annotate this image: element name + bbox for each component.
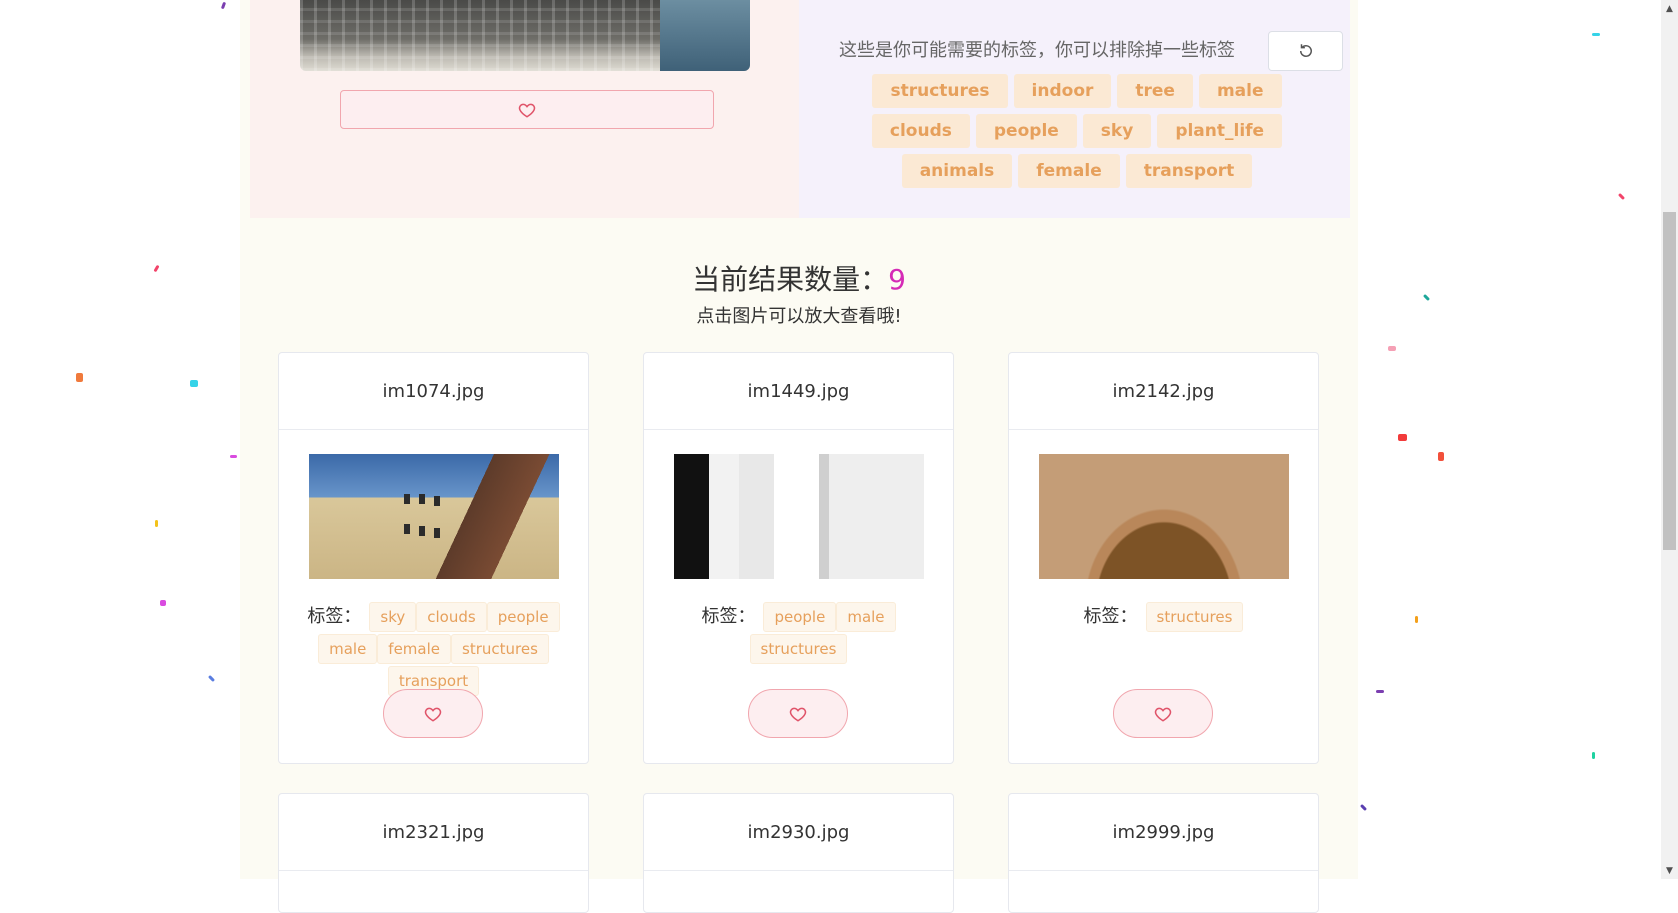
window-detail (419, 494, 425, 504)
card-tag: sky (369, 602, 417, 632)
image-card: im2999.jpg (1008, 793, 1319, 913)
refresh-icon (1299, 44, 1312, 57)
card-tags-label: 标签： (701, 606, 756, 627)
card-image[interactable] (1039, 454, 1289, 579)
favorite-button[interactable] (1113, 689, 1213, 738)
card-tag: female (377, 634, 452, 664)
card-tags: 标签： sky clouds people male female struct… (291, 602, 576, 696)
confetti-piece (1592, 33, 1600, 36)
results-count-label: 当前结果数量： (692, 263, 889, 296)
card-tags: 标签： structures (1021, 602, 1306, 632)
card-filename: im2930.jpg (644, 794, 953, 871)
confetti-piece (1415, 616, 1418, 623)
vertical-scrollbar[interactable]: ▲ ▼ (1661, 0, 1678, 879)
confetti-piece (153, 264, 160, 273)
results-count-value: 9 (888, 263, 906, 296)
card-filename: im1449.jpg (644, 353, 953, 430)
filter-tag-male[interactable]: male (1198, 74, 1282, 108)
filter-tag-plant-life[interactable]: plant_life (1157, 114, 1283, 148)
window-detail (434, 496, 440, 506)
favorite-button[interactable] (383, 689, 483, 738)
confetti-piece (76, 373, 83, 382)
heart-icon (518, 103, 536, 118)
card-filename: im2321.jpg (279, 794, 588, 871)
image-card: im2321.jpg (278, 793, 589, 913)
filter-tag-people[interactable]: people (975, 114, 1077, 148)
results-count-title: 当前结果数量：9 (240, 258, 1358, 298)
card-tag: structures (1145, 602, 1244, 632)
window-detail (419, 526, 425, 536)
filter-tag-transport[interactable]: transport (1125, 154, 1253, 188)
card-filename: im1074.jpg (279, 353, 588, 430)
preview-panel (250, 0, 799, 218)
image-card: im2930.jpg (643, 793, 954, 913)
confetti-piece (1388, 346, 1396, 351)
card-tag: structures (451, 634, 549, 664)
card-tags: 标签： people male structures (656, 602, 941, 664)
confetti-piece (1592, 752, 1595, 759)
image-card: im2142.jpg 标签： structures (1008, 352, 1319, 764)
card-tag: people (486, 602, 560, 632)
card-tag: clouds (416, 602, 487, 632)
filter-tag-clouds[interactable]: clouds (871, 114, 970, 148)
confetti-piece (1438, 452, 1444, 461)
card-tag: male (836, 602, 896, 632)
preview-image[interactable] (300, 0, 750, 71)
confetti-piece (1422, 293, 1431, 302)
confetti-piece (1359, 803, 1368, 812)
confetti-piece (1617, 192, 1626, 201)
window-detail (404, 494, 410, 504)
window-detail (434, 528, 440, 538)
heart-icon (789, 707, 807, 722)
card-tags-label: 标签： (1083, 606, 1138, 627)
image-card: im1449.jpg 标签： people male structures (643, 352, 954, 764)
image-card: im1074.jpg 标签： sky clouds people male fe… (278, 352, 589, 764)
tag-hint-text: 这些是你可能需要的标签，你可以排除掉一些标签 (839, 40, 1235, 61)
scroll-up-arrow-icon[interactable]: ▲ (1661, 0, 1678, 17)
filter-tag-structures[interactable]: structures (872, 74, 1008, 108)
confetti-piece (207, 674, 216, 683)
filter-tag-indoor[interactable]: indoor (1013, 74, 1112, 108)
card-filename: im2999.jpg (1009, 794, 1318, 871)
card-tag: structures (749, 634, 848, 664)
results-hint: 点击图片可以放大查看哦! (696, 306, 902, 327)
heart-icon (1154, 707, 1172, 722)
favorite-button[interactable] (748, 689, 848, 738)
favorite-button[interactable] (340, 90, 714, 129)
confetti-piece (155, 520, 158, 527)
reset-tags-button[interactable] (1268, 31, 1343, 71)
confetti-piece (230, 455, 237, 458)
card-image[interactable] (309, 454, 559, 579)
card-tag: people (763, 602, 837, 632)
heart-icon (424, 707, 442, 722)
card-tag: male (318, 634, 378, 664)
confetti-piece (190, 380, 198, 387)
main-content: 这些是你可能需要的标签，你可以排除掉一些标签 structures indoor… (240, 0, 1358, 913)
filter-tag-animals[interactable]: animals (901, 154, 1013, 188)
confetti-piece (160, 600, 166, 606)
confetti-piece (220, 1, 227, 10)
filter-tag-sky[interactable]: sky (1082, 114, 1152, 148)
filter-tag-tree[interactable]: tree (1117, 74, 1193, 108)
window-detail (404, 524, 410, 534)
preview-image-statue (660, 0, 750, 71)
tag-cloud: structures indoor tree male clouds peopl… (827, 74, 1327, 188)
filter-tag-female[interactable]: female (1018, 154, 1120, 188)
confetti-piece (1398, 434, 1407, 441)
card-image[interactable] (674, 454, 924, 579)
scrollbar-thumb[interactable] (1663, 212, 1676, 550)
confetti-piece (1376, 690, 1384, 693)
tag-filter-panel: 这些是你可能需要的标签，你可以排除掉一些标签 structures indoor… (799, 0, 1350, 218)
card-tags-label: 标签： (307, 606, 362, 627)
card-filename: im2142.jpg (1009, 353, 1318, 430)
scroll-down-arrow-icon[interactable]: ▼ (1661, 862, 1678, 879)
